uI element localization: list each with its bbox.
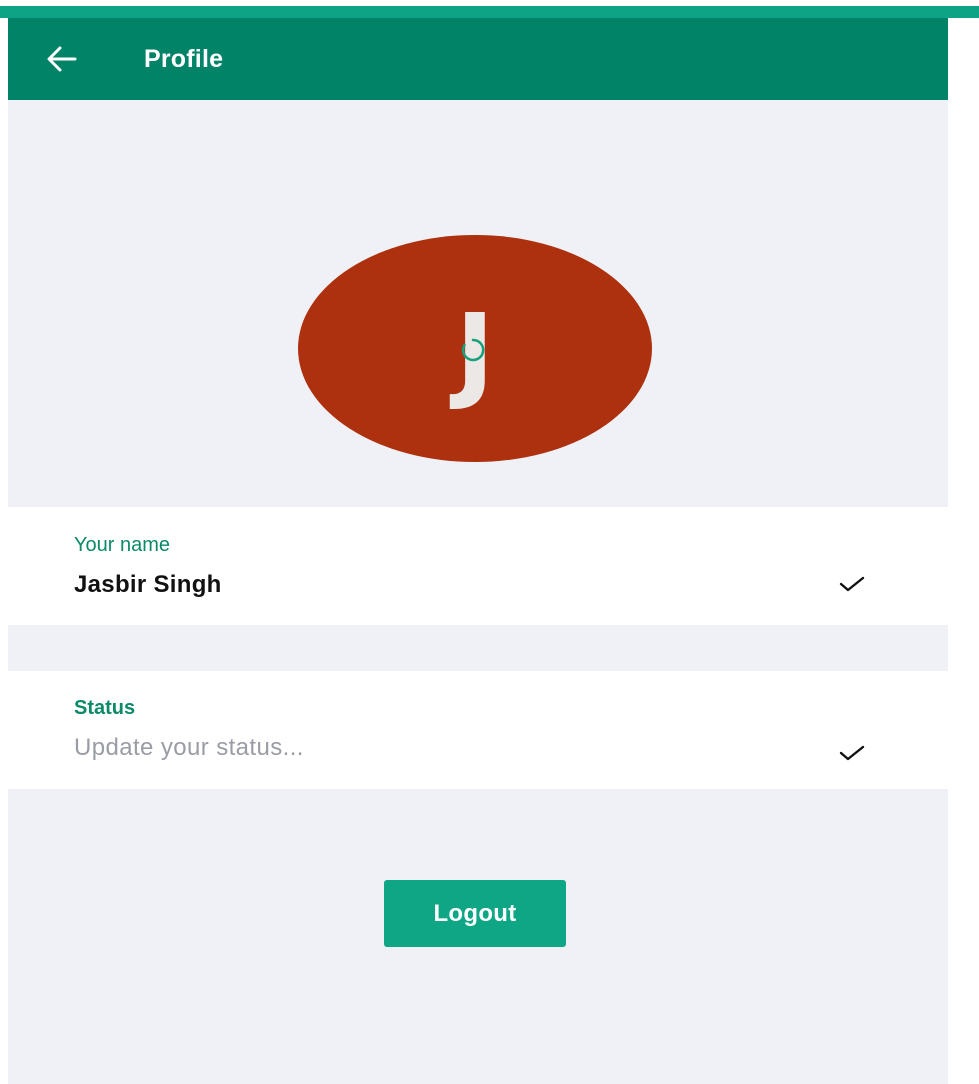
- check-icon: [839, 576, 865, 592]
- top-accent-bar: [0, 0, 979, 18]
- status-confirm-button[interactable]: [834, 737, 870, 767]
- status-input[interactable]: [74, 734, 774, 762]
- profile-screen: Profile J Your name Jasbir Singh Status …: [8, 18, 948, 1084]
- status-field-label: Status: [74, 697, 136, 719]
- logout-button[interactable]: Logout: [384, 880, 566, 947]
- name-field-card: Your name Jasbir Singh: [8, 507, 948, 625]
- status-field-card: Status: [8, 671, 948, 789]
- spinner-icon: [461, 338, 485, 362]
- app-header: Profile: [8, 18, 948, 100]
- name-field-label: Your name: [74, 534, 170, 556]
- name-confirm-button[interactable]: [834, 568, 870, 598]
- name-field-value[interactable]: Jasbir Singh: [74, 571, 774, 599]
- back-button[interactable]: [42, 39, 82, 79]
- arrow-left-icon: [47, 46, 77, 72]
- right-edge-strip: [948, 18, 979, 1084]
- profile-avatar[interactable]: J: [298, 235, 652, 462]
- check-icon: [839, 745, 865, 761]
- page-title: Profile: [144, 44, 224, 73]
